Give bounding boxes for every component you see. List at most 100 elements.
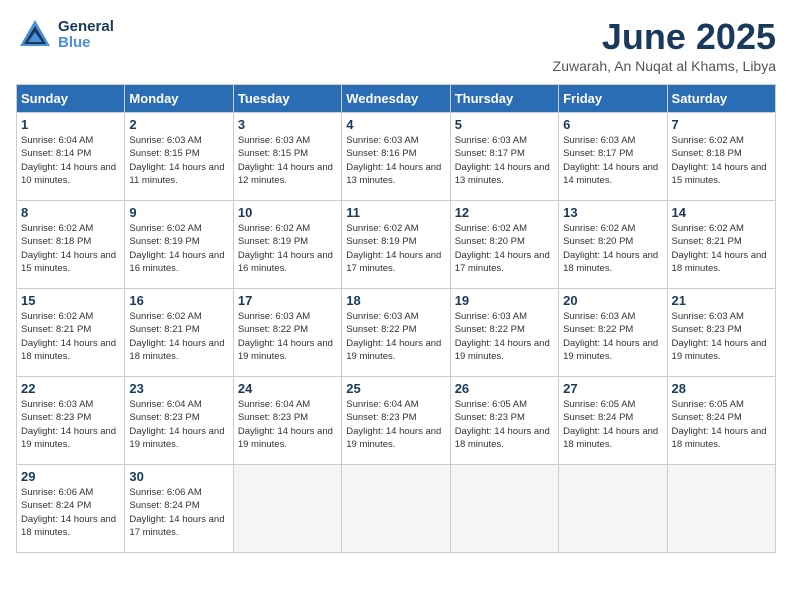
day-number: 5 <box>455 117 554 132</box>
day-number: 18 <box>346 293 445 308</box>
calendar-cell: 13 Sunrise: 6:02 AMSunset: 8:20 PMDayligh… <box>559 201 667 289</box>
location-title: Zuwarah, An Nuqat al Khams, Libya <box>553 58 776 74</box>
logo: General Blue <box>16 16 114 54</box>
day-info: Sunrise: 6:05 AMSunset: 8:24 PMDaylight:… <box>563 398 662 451</box>
calendar-cell: 20 Sunrise: 6:03 AMSunset: 8:22 PMDayligh… <box>559 289 667 377</box>
day-info: Sunrise: 6:02 AMSunset: 8:20 PMDaylight:… <box>455 222 554 275</box>
calendar-cell: 26 Sunrise: 6:05 AMSunset: 8:23 PMDayligh… <box>450 377 558 465</box>
calendar-cell: 22Sunrise: 6:03 AMSunset: 8:23 PMDayligh… <box>17 377 125 465</box>
day-number: 21 <box>672 293 771 308</box>
day-info: Sunrise: 6:02 AMSunset: 8:21 PMDaylight:… <box>21 310 120 363</box>
calendar-cell: 30 Sunrise: 6:06 AMSunset: 8:24 PMDayligh… <box>125 465 233 553</box>
day-number: 13 <box>563 205 662 220</box>
day-number: 27 <box>563 381 662 396</box>
day-info: Sunrise: 6:06 AMSunset: 8:24 PMDaylight:… <box>21 486 120 539</box>
calendar-cell: 10 Sunrise: 6:02 AMSunset: 8:19 PMDayligh… <box>233 201 341 289</box>
day-number: 23 <box>129 381 228 396</box>
day-info: Sunrise: 6:02 AMSunset: 8:18 PMDaylight:… <box>21 222 120 275</box>
day-number: 30 <box>129 469 228 484</box>
calendar-cell: 4Sunrise: 6:03 AMSunset: 8:16 PMDaylight… <box>342 113 450 201</box>
day-number: 9 <box>129 205 228 220</box>
day-info: Sunrise: 6:02 AMSunset: 8:18 PMDaylight:… <box>672 134 771 187</box>
day-info: Sunrise: 6:03 AMSunset: 8:23 PMDaylight:… <box>672 310 771 363</box>
day-info: Sunrise: 6:04 AMSunset: 8:23 PMDaylight:… <box>238 398 337 451</box>
day-info: Sunrise: 6:02 AMSunset: 8:20 PMDaylight:… <box>563 222 662 275</box>
day-info: Sunrise: 6:03 AMSunset: 8:17 PMDaylight:… <box>563 134 662 187</box>
day-number: 1 <box>21 117 120 132</box>
day-number: 26 <box>455 381 554 396</box>
day-info: Sunrise: 6:04 AMSunset: 8:14 PMDaylight:… <box>21 134 120 187</box>
calendar-cell: 19 Sunrise: 6:03 AMSunset: 8:22 PMDayligh… <box>450 289 558 377</box>
calendar-header-row: SundayMondayTuesdayWednesdayThursdayFrid… <box>17 85 776 113</box>
calendar-cell <box>559 465 667 553</box>
calendar-cell: 3Sunrise: 6:03 AMSunset: 8:15 PMDaylight… <box>233 113 341 201</box>
calendar-cell: 14 Sunrise: 6:02 AMSunset: 8:21 PMDayligh… <box>667 201 775 289</box>
calendar-cell: 7 Sunrise: 6:02 AMSunset: 8:18 PMDaylight… <box>667 113 775 201</box>
day-info: Sunrise: 6:05 AMSunset: 8:23 PMDaylight:… <box>455 398 554 451</box>
calendar-cell <box>233 465 341 553</box>
calendar-cell: 9 Sunrise: 6:02 AMSunset: 8:19 PMDaylight… <box>125 201 233 289</box>
title-area: June 2025 Zuwarah, An Nuqat al Khams, Li… <box>553 16 776 74</box>
calendar-cell: 17 Sunrise: 6:03 AMSunset: 8:22 PMDayligh… <box>233 289 341 377</box>
day-info: Sunrise: 6:04 AMSunset: 8:23 PMDaylight:… <box>129 398 228 451</box>
day-number: 17 <box>238 293 337 308</box>
weekday-header-sunday: Sunday <box>17 85 125 113</box>
calendar-cell: 23 Sunrise: 6:04 AMSunset: 8:23 PMDayligh… <box>125 377 233 465</box>
calendar-cell: 15Sunrise: 6:02 AMSunset: 8:21 PMDayligh… <box>17 289 125 377</box>
day-info: Sunrise: 6:02 AMSunset: 8:21 PMDaylight:… <box>672 222 771 275</box>
day-number: 29 <box>21 469 120 484</box>
calendar-week-row: 29 Sunrise: 6:06 AMSunset: 8:24 PMDayligh… <box>17 465 776 553</box>
page-header: General Blue June 2025 Zuwarah, An Nuqat… <box>16 16 776 74</box>
calendar-cell: 11 Sunrise: 6:02 AMSunset: 8:19 PMDayligh… <box>342 201 450 289</box>
day-info: Sunrise: 6:02 AMSunset: 8:19 PMDaylight:… <box>129 222 228 275</box>
day-number: 12 <box>455 205 554 220</box>
calendar-week-row: 1 Sunrise: 6:04 AMSunset: 8:14 PMDaylight… <box>17 113 776 201</box>
day-info: Sunrise: 6:04 AMSunset: 8:23 PMDaylight:… <box>346 398 445 451</box>
calendar-cell: 25 Sunrise: 6:04 AMSunset: 8:23 PMDayligh… <box>342 377 450 465</box>
day-number: 14 <box>672 205 771 220</box>
calendar-week-row: 15Sunrise: 6:02 AMSunset: 8:21 PMDayligh… <box>17 289 776 377</box>
month-title: June 2025 <box>553 16 776 58</box>
day-number: 11 <box>346 205 445 220</box>
calendar-cell: 16Sunrise: 6:02 AMSunset: 8:21 PMDayligh… <box>125 289 233 377</box>
day-info: Sunrise: 6:03 AMSunset: 8:22 PMDaylight:… <box>563 310 662 363</box>
calendar-cell <box>667 465 775 553</box>
calendar-cell: 5 Sunrise: 6:03 AMSunset: 8:17 PMDaylight… <box>450 113 558 201</box>
calendar-cell: 12 Sunrise: 6:02 AMSunset: 8:20 PMDayligh… <box>450 201 558 289</box>
day-number: 16 <box>129 293 228 308</box>
day-number: 8 <box>21 205 120 220</box>
calendar-cell: 28Sunrise: 6:05 AMSunset: 8:24 PMDayligh… <box>667 377 775 465</box>
logo-blue: Blue <box>58 35 114 52</box>
day-info: Sunrise: 6:02 AMSunset: 8:19 PMDaylight:… <box>346 222 445 275</box>
calendar-cell: 8 Sunrise: 6:02 AMSunset: 8:18 PMDaylight… <box>17 201 125 289</box>
weekday-header-tuesday: Tuesday <box>233 85 341 113</box>
calendar-cell: 6Sunrise: 6:03 AMSunset: 8:17 PMDaylight… <box>559 113 667 201</box>
day-info: Sunrise: 6:03 AMSunset: 8:17 PMDaylight:… <box>455 134 554 187</box>
day-info: Sunrise: 6:03 AMSunset: 8:22 PMDaylight:… <box>346 310 445 363</box>
calendar-cell: 24Sunrise: 6:04 AMSunset: 8:23 PMDayligh… <box>233 377 341 465</box>
calendar-cell: 1 Sunrise: 6:04 AMSunset: 8:14 PMDaylight… <box>17 113 125 201</box>
day-number: 20 <box>563 293 662 308</box>
day-number: 4 <box>346 117 445 132</box>
day-info: Sunrise: 6:03 AMSunset: 8:22 PMDaylight:… <box>238 310 337 363</box>
day-number: 19 <box>455 293 554 308</box>
calendar-cell: 2Sunrise: 6:03 AMSunset: 8:15 PMDaylight… <box>125 113 233 201</box>
day-number: 2 <box>129 117 228 132</box>
day-info: Sunrise: 6:03 AMSunset: 8:22 PMDaylight:… <box>455 310 554 363</box>
calendar-cell <box>450 465 558 553</box>
calendar-week-row: 8 Sunrise: 6:02 AMSunset: 8:18 PMDaylight… <box>17 201 776 289</box>
day-info: Sunrise: 6:06 AMSunset: 8:24 PMDaylight:… <box>129 486 228 539</box>
calendar-cell: 27 Sunrise: 6:05 AMSunset: 8:24 PMDayligh… <box>559 377 667 465</box>
day-number: 10 <box>238 205 337 220</box>
logo-icon <box>16 16 54 54</box>
calendar-cell: 21 Sunrise: 6:03 AMSunset: 8:23 PMDayligh… <box>667 289 775 377</box>
weekday-header-saturday: Saturday <box>667 85 775 113</box>
day-info: Sunrise: 6:02 AMSunset: 8:19 PMDaylight:… <box>238 222 337 275</box>
calendar: SundayMondayTuesdayWednesdayThursdayFrid… <box>16 84 776 553</box>
day-number: 3 <box>238 117 337 132</box>
day-number: 25 <box>346 381 445 396</box>
day-number: 7 <box>672 117 771 132</box>
day-info: Sunrise: 6:03 AMSunset: 8:23 PMDaylight:… <box>21 398 120 451</box>
day-info: Sunrise: 6:05 AMSunset: 8:24 PMDaylight:… <box>672 398 771 451</box>
weekday-header-monday: Monday <box>125 85 233 113</box>
